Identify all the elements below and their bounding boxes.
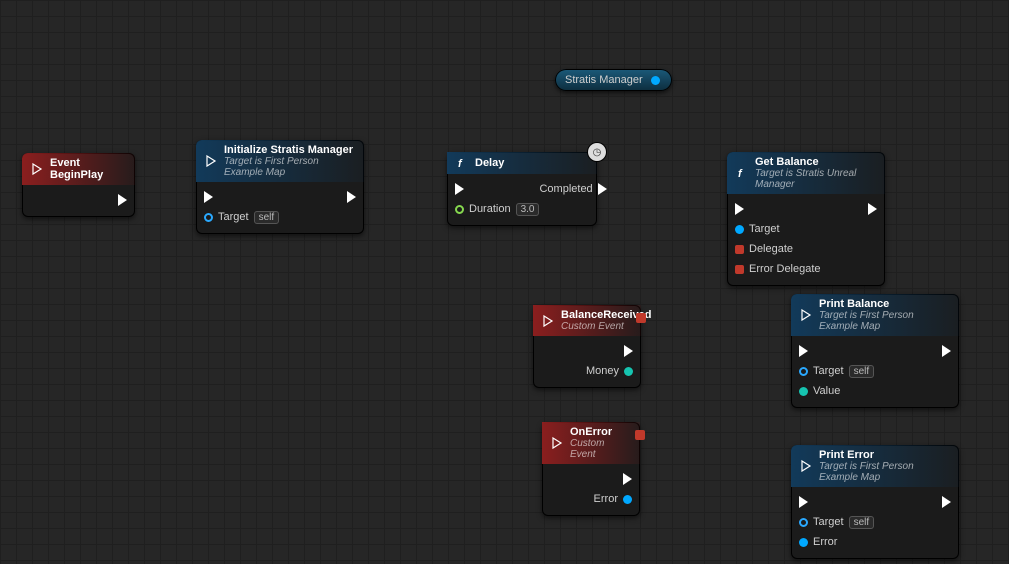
object-pin-icon[interactable] <box>204 213 213 222</box>
object-pin-icon[interactable] <box>651 76 660 85</box>
node-subtitle: Custom Event <box>570 438 632 460</box>
float-pin-icon[interactable] <box>455 205 464 214</box>
event-icon <box>541 314 555 328</box>
pin-label-error: Error <box>594 493 618 505</box>
pin-label-target: Target <box>218 211 249 223</box>
object-pin-icon[interactable] <box>799 367 808 376</box>
pin-label-delegate: Delegate <box>749 243 793 255</box>
self-chip: self <box>849 516 875 529</box>
exec-out-pin-icon[interactable] <box>624 345 633 357</box>
pin-label-target: Target <box>749 223 780 235</box>
self-chip: self <box>254 211 280 224</box>
node-title: Event BeginPlay <box>50 157 127 181</box>
node-subtitle: Target is First Person Example Map <box>819 310 951 332</box>
pin-label-target: Target <box>813 516 844 528</box>
pin-label-money: Money <box>586 365 619 377</box>
exec-out-pin-icon[interactable] <box>868 203 877 215</box>
node-header[interactable]: f Delay <box>447 152 597 174</box>
node-initialize-stratis-manager[interactable]: Initialize Stratis Manager Target is Fir… <box>196 140 364 234</box>
pin-label-error: Error <box>813 536 837 548</box>
delegate-pin-icon[interactable] <box>735 245 744 254</box>
node-header[interactable]: Event BeginPlay <box>22 153 135 185</box>
exec-in-pin-icon[interactable] <box>799 345 808 357</box>
data-pin-icon[interactable] <box>623 495 632 504</box>
pin-label-value: Value <box>813 385 840 397</box>
event-icon <box>204 154 218 168</box>
exec-out-pin-icon[interactable] <box>942 496 951 508</box>
data-pin-icon[interactable] <box>799 387 808 396</box>
event-icon <box>799 459 813 473</box>
node-title: Print Error <box>819 449 874 461</box>
node-header[interactable]: OnError Custom Event <box>542 422 640 464</box>
pin-label-duration: Duration <box>469 203 511 215</box>
node-balance-received[interactable]: BalanceReceived Custom Event Money <box>533 305 641 388</box>
svg-text:f: f <box>458 158 463 170</box>
node-title: Initialize Stratis Manager <box>224 144 353 156</box>
node-header[interactable]: Print Error Target is First Person Examp… <box>791 445 959 487</box>
node-subtitle: Target is First Person Example Map <box>224 156 356 178</box>
exec-in-pin-icon[interactable] <box>455 183 464 195</box>
node-get-balance[interactable]: f Get Balance Target is Stratis Unreal M… <box>727 152 885 286</box>
node-on-error[interactable]: OnError Custom Event Error <box>542 422 640 516</box>
node-title: OnError <box>570 426 612 438</box>
node-event-beginplay[interactable]: Event BeginPlay <box>22 153 135 217</box>
duration-value[interactable]: 3.0 <box>516 203 540 216</box>
node-subtitle: Target is First Person Example Map <box>819 461 951 483</box>
pin-label-completed: Completed <box>539 183 592 195</box>
delegate-output-pin-icon[interactable] <box>636 313 646 323</box>
exec-out-pin-icon[interactable] <box>623 473 632 485</box>
node-header[interactable]: f Get Balance Target is Stratis Unreal M… <box>727 152 885 194</box>
exec-out-pin-icon[interactable] <box>347 191 356 203</box>
node-header[interactable]: BalanceReceived Custom Event <box>533 305 641 336</box>
pin-label-error-delegate: Error Delegate <box>749 263 821 275</box>
node-subtitle: Target is Stratis Unreal Manager <box>755 168 877 190</box>
variable-label: Stratis Manager <box>565 74 643 86</box>
function-icon: f <box>735 166 749 180</box>
delegate-pin-icon[interactable] <box>735 265 744 274</box>
exec-out-pin-icon[interactable] <box>118 194 127 206</box>
node-print-balance[interactable]: Print Balance Target is First Person Exa… <box>791 294 959 408</box>
exec-in-pin-icon[interactable] <box>735 203 744 215</box>
node-header[interactable]: Initialize Stratis Manager Target is Fir… <box>196 140 364 182</box>
node-title: Print Balance <box>819 298 889 310</box>
event-icon <box>799 308 813 322</box>
pin-label-target: Target <box>813 365 844 377</box>
function-icon: f <box>455 156 469 170</box>
object-pin-icon[interactable] <box>799 518 808 527</box>
delegate-output-pin-icon[interactable] <box>635 430 645 440</box>
node-delay[interactable]: ◷ f Delay Duration 3.0 Completed <box>447 152 597 226</box>
node-print-error[interactable]: Print Error Target is First Person Examp… <box>791 445 959 559</box>
exec-in-pin-icon[interactable] <box>204 191 213 203</box>
data-pin-icon[interactable] <box>624 367 633 376</box>
variable-stratis-manager[interactable]: Stratis Manager <box>555 69 672 91</box>
exec-out-pin-icon[interactable] <box>598 183 607 195</box>
exec-in-pin-icon[interactable] <box>799 496 808 508</box>
node-title: Delay <box>475 157 504 169</box>
node-title: Get Balance <box>755 156 819 168</box>
svg-text:f: f <box>738 168 743 180</box>
self-chip: self <box>849 365 875 378</box>
event-icon <box>550 436 564 450</box>
object-pin-icon[interactable] <box>735 225 744 234</box>
exec-out-pin-icon[interactable] <box>942 345 951 357</box>
latent-clock-icon: ◷ <box>588 143 606 161</box>
data-pin-icon[interactable] <box>799 538 808 547</box>
node-header[interactable]: Print Balance Target is First Person Exa… <box>791 294 959 336</box>
event-icon <box>30 162 44 176</box>
